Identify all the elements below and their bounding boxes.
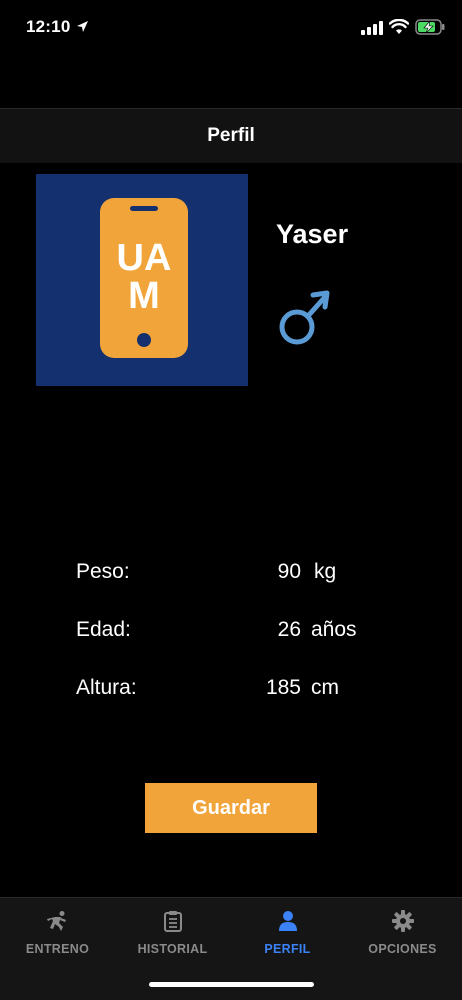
height-unit: cm [311,676,339,699]
logo-text-top: UA [117,237,172,279]
height-label: Altura: [76,676,137,699]
wifi-icon [389,19,409,34]
person-icon [279,911,297,931]
logo-text-bottom: M [128,275,160,317]
profile-logo: UA M [36,174,248,386]
tab-historial-label: HISTORIAL [137,942,208,956]
weight-value[interactable]: 90 [240,560,301,584]
tab-opciones-label: OPCIONES [368,942,437,956]
battery-charging-icon [415,19,445,35]
phone-logo-icon: UA M [100,198,188,358]
location-arrow-icon [77,21,88,32]
page-title: Perfil [207,125,255,146]
runner-icon [47,911,66,931]
height-value[interactable]: 185 [240,676,301,700]
home-indicator [149,982,314,987]
status-time: 12:10 [26,17,71,36]
male-gender-icon [279,290,330,345]
weight-label: Peso: [76,560,130,583]
gear-icon [392,910,414,932]
status-bar: 12:10 [0,0,462,56]
age-label: Edad: [76,618,131,641]
tab-perfil-label: PERFIL [264,942,311,956]
tab-opciones[interactable]: OPCIONES [345,898,460,968]
save-button[interactable]: Guardar [145,783,317,833]
age-unit: años [311,618,357,641]
cellular-signal-icon [361,21,383,35]
tab-perfil[interactable]: PERFIL [230,898,345,968]
profile-name: Yaser [276,219,349,249]
tab-historial[interactable]: HISTORIAL [115,898,230,968]
weight-unit: kg [314,560,337,583]
age-value[interactable]: 26 [240,618,301,642]
clipboard-icon [164,911,182,932]
navigation-bar: Perfil [0,108,462,163]
tab-entreno-label: ENTRENO [25,942,90,956]
tab-entreno[interactable]: ENTRENO [0,898,115,968]
